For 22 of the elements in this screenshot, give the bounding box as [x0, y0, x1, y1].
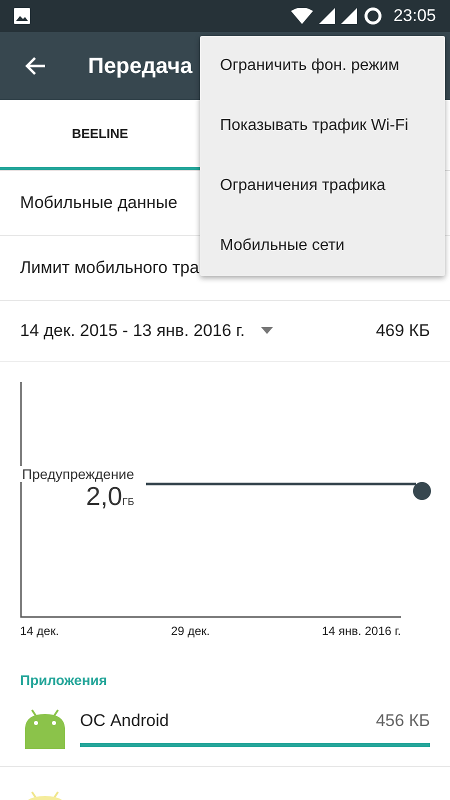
menu-item[interactable]: Ограничить фон. режим: [200, 36, 445, 96]
axis-label: 29 дек.: [170, 624, 210, 638]
screen-title: Передача: [88, 53, 192, 79]
image-icon: [14, 8, 30, 24]
warning-value: 2,0ГБ: [86, 482, 134, 511]
clock: 23:05: [393, 6, 436, 26]
section-header: Приложения: [19, 671, 108, 690]
android-robot-icon: [24, 708, 66, 750]
usage-total: 469 КБ: [376, 321, 430, 341]
app-usage-item[interactable]: ОС Android 456 КБ: [0, 696, 450, 767]
axis-label: 14 янв. 2016 г.: [322, 624, 401, 638]
menu-item[interactable]: Мобильные сети: [200, 216, 445, 276]
menu-item[interactable]: Показывать трафик Wi-Fi: [200, 96, 445, 156]
axis-label: 14 дек.: [20, 624, 59, 638]
signal-icon: [319, 8, 336, 24]
menu-item[interactable]: Ограничения трафика: [200, 156, 445, 216]
dropdown-arrow-icon: [260, 327, 273, 335]
warning-label: Предупреждение: [20, 466, 134, 482]
signal-icon: [341, 8, 358, 24]
cycle-dropdown[interactable]: 14 дек. 2015 - 13 янв. 2016 г.: [20, 321, 273, 341]
battery-ring-icon: [363, 6, 384, 26]
wifi-icon: [291, 8, 314, 24]
